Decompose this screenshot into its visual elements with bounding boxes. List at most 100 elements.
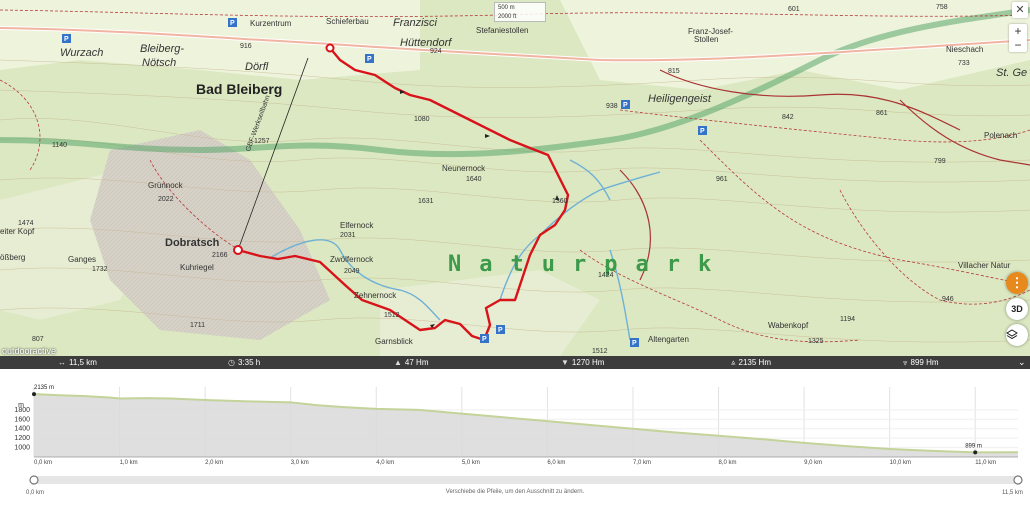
place-label: ößberg [0, 253, 26, 262]
summit-icon: ⩓ [731, 358, 736, 367]
slider-end-label: 11,5 km [1002, 490, 1023, 496]
place-label: Villacher Natur [958, 261, 1011, 270]
naturpark-label: Naturpark [448, 252, 730, 277]
elevation-label: 1325 [808, 338, 824, 345]
place-label: eiter Kopf [0, 227, 35, 236]
descent-icon: ▼ [561, 358, 569, 367]
elevation-label: 924 [430, 48, 442, 55]
place-label: Polenach [984, 131, 1018, 140]
elevation-label: 946 [942, 296, 954, 303]
stat-max-altitude: ⩓ 2135 Hm [731, 358, 771, 367]
stat-descent: ▼ 1270 Hm [561, 358, 605, 367]
place-label: Zehnernock [354, 291, 397, 300]
layers-button[interactable] [1006, 324, 1028, 346]
map-scale: 500 m 2000 ft [494, 2, 546, 22]
x-tick-label: 8,0 km [719, 460, 737, 466]
topo-map[interactable]: P P P P P P P P Bad Bleiberg Bleiberg- N… [0, 0, 1030, 356]
range-slider-handle-end[interactable] [1013, 475, 1023, 485]
place-label: Bad Bleiberg [196, 81, 283, 97]
range-slider-track [34, 476, 1018, 484]
svg-text:P: P [230, 20, 235, 27]
svg-text:P: P [498, 327, 503, 334]
zoom-control: + − [1009, 24, 1027, 52]
x-tick-label: 9,0 km [804, 460, 822, 466]
elevation-label: 861 [876, 110, 888, 117]
elevation-label: 1080 [414, 116, 430, 123]
elevation-label: 938 [606, 103, 618, 110]
x-tick-label: 5,0 km [462, 460, 480, 466]
y-tick-label: 1200 [14, 435, 30, 442]
elevation-label: 2031 [340, 232, 356, 239]
elevation-label: 1140 [52, 142, 68, 149]
place-label: Stollen [694, 35, 719, 44]
place-label: Elfernock [340, 221, 374, 230]
3d-button[interactable]: 3D [1006, 298, 1028, 320]
x-tick-label: 4,0 km [376, 460, 394, 466]
place-label: Kuhriegel [180, 263, 214, 272]
elevation-label: 1360 [552, 198, 568, 205]
elevation-label: 2166 [212, 252, 228, 259]
more-menu-button[interactable]: ⋮ [1006, 272, 1028, 294]
x-tick-label: 11,0 km [975, 460, 996, 466]
elevation-label: 1732 [92, 266, 108, 273]
x-tick-label: 7,0 km [633, 460, 651, 466]
elevation-label: 1711 [190, 322, 206, 329]
elevation-label: 1194 [840, 316, 856, 323]
stat-duration: ◷ 3:35 h [228, 358, 261, 367]
close-icon[interactable]: ✕ [1012, 2, 1028, 18]
place-label: Franzisci [393, 17, 438, 29]
place-label: Neunernock [442, 164, 486, 173]
elevation-profile[interactable]: 0,0 km 1,0 km 2,0 km 3,0 km 4,0 km 5,0 km 6,0 … [0, 369, 1030, 512]
distance-icon: ↔ [58, 358, 66, 367]
elevation-label: 1257 [254, 138, 270, 145]
elevation-label: 815 [668, 68, 680, 75]
x-tick-label: 2,0 km [205, 460, 223, 466]
ascent-icon: ▲ [394, 358, 402, 367]
y-unit-label: m [18, 402, 24, 409]
elevation-label: 2022 [158, 196, 174, 203]
place-label: St. Ge [996, 67, 1028, 79]
stat-ascent: ▲ 47 Hm [394, 358, 429, 367]
zoom-out-button[interactable]: − [1009, 38, 1027, 52]
elevation-label: 1640 [466, 176, 482, 183]
svg-text:P: P [632, 340, 637, 347]
chevron-down-icon[interactable]: ⌄ [1018, 357, 1026, 368]
place-label: Ganges [68, 255, 97, 264]
elevation-label: 961 [716, 176, 728, 183]
place-label: Bleiberg- [140, 43, 185, 55]
y-tick-label: 1400 [14, 426, 30, 433]
elevation-label: 758 [936, 4, 948, 11]
valley-icon: ⩔ [903, 358, 908, 367]
svg-text:P: P [700, 128, 705, 135]
slider-start-label: 0,0 km [26, 490, 45, 496]
x-tick-label: 0,0 km [34, 460, 52, 466]
stat-distance: ↔ 11,5 km [58, 358, 97, 367]
place-label: Dobratsch [165, 237, 220, 249]
place-label: Wabenkopf [768, 321, 809, 330]
zoom-in-button[interactable]: + [1009, 24, 1027, 38]
tour-view: P P P P P P P P Bad Bleiberg Bleiberg- N… [0, 0, 1030, 512]
x-tick-label: 3,0 km [291, 460, 309, 466]
elevation-label: 1512 [384, 312, 400, 319]
elevation-label: 1424 [598, 272, 614, 279]
place-label: Stefaniestollen [476, 26, 529, 35]
place-label: Nötsch [142, 57, 177, 69]
max-point [32, 392, 36, 397]
svg-text:P: P [367, 56, 372, 63]
stat-min-altitude: ⩔ 899 Hm [903, 358, 939, 367]
elevation-label: 842 [782, 114, 794, 121]
map-attribution[interactable]: outdooractive [2, 346, 56, 356]
scale-metric: 500 m [498, 5, 515, 11]
min-label: 899 m [965, 443, 982, 449]
x-tick-label: 10,0 km [890, 460, 911, 466]
layers-icon [1006, 329, 1018, 340]
place-label: Altengarten [648, 335, 689, 344]
svg-text:P: P [623, 102, 628, 109]
elevation-label: 1474 [18, 220, 34, 227]
range-slider-handle-start[interactable] [29, 475, 39, 485]
place-label: Hüttendorf [400, 37, 452, 49]
svg-text:P: P [64, 36, 69, 43]
place-label: Kurzentrum [250, 19, 292, 28]
y-tick-label: 1600 [14, 416, 30, 423]
place-label: Zwölfernock [330, 255, 374, 264]
